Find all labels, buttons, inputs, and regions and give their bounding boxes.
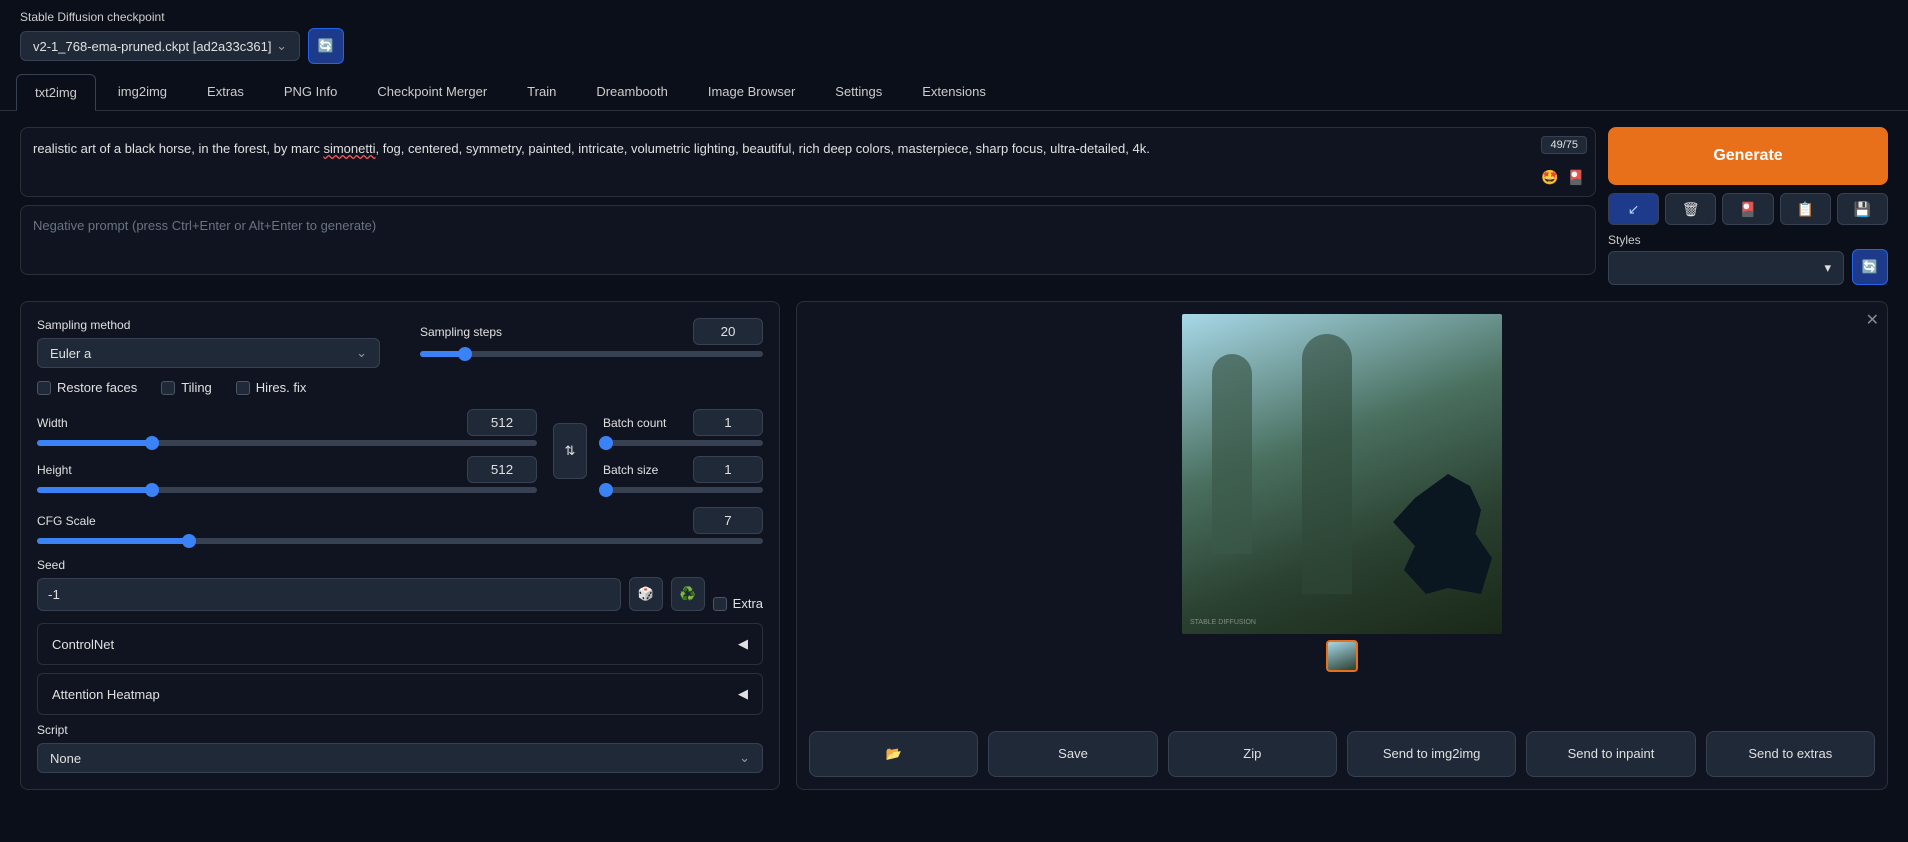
width-input[interactable] xyxy=(467,409,537,436)
cfg-input[interactable] xyxy=(693,507,763,534)
script-dropdown[interactable]: None ⌄ xyxy=(37,743,763,773)
batch-size-label: Batch size xyxy=(603,463,658,477)
style-icon: 🎴 xyxy=(1739,201,1756,218)
settings-panel: Sampling method Euler a ⌄ Sampling steps… xyxy=(20,301,780,790)
zip-button[interactable]: Zip xyxy=(1168,731,1337,777)
seed-input[interactable] xyxy=(37,578,621,611)
tab-extensions[interactable]: Extensions xyxy=(904,74,1004,110)
batch-count-label: Batch count xyxy=(603,416,666,430)
swap-icon: ⇅ xyxy=(565,443,576,459)
close-output-button[interactable]: ✕ xyxy=(1866,310,1879,330)
attention-label: Attention Heatmap xyxy=(52,687,160,702)
recycle-icon: ♻️ xyxy=(680,586,696,602)
sampling-method-value: Euler a xyxy=(50,346,91,361)
sampling-method-dropdown[interactable]: Euler a ⌄ xyxy=(37,338,380,368)
triangle-left-icon: ◀ xyxy=(738,636,748,652)
seed-label: Seed xyxy=(37,558,621,572)
height-input[interactable] xyxy=(467,456,537,483)
send-inpaint-button[interactable]: Send to inpaint xyxy=(1526,731,1695,777)
restore-faces-checkbox[interactable]: Restore faces xyxy=(37,380,137,395)
refresh-checkpoint-button[interactable]: 🔄 xyxy=(308,28,344,64)
lora-emoji-icon[interactable]: 🎴 xyxy=(1565,166,1587,188)
tab-pnginfo[interactable]: PNG Info xyxy=(266,74,355,110)
tab-settings[interactable]: Settings xyxy=(817,74,900,110)
checkpoint-dropdown[interactable]: v2-1_768-ema-pruned.ckpt [ad2a33c361] ⌄ xyxy=(20,31,300,61)
tab-img2img[interactable]: img2img xyxy=(100,74,185,110)
sampling-steps-input[interactable] xyxy=(693,318,763,345)
extra-checkbox[interactable]: Extra xyxy=(713,596,763,611)
refresh-styles-button[interactable]: 🔄 xyxy=(1852,249,1888,285)
paste-button[interactable]: 📋 xyxy=(1780,193,1831,225)
checkpoint-label: Stable Diffusion checkpoint xyxy=(20,10,344,24)
script-label: Script xyxy=(37,723,763,737)
sampling-steps-slider[interactable] xyxy=(420,351,763,357)
chevron-down-icon: ⌄ xyxy=(739,750,750,766)
tab-extras[interactable]: Extras xyxy=(189,74,262,110)
height-slider[interactable] xyxy=(37,487,537,493)
send-extras-button[interactable]: Send to extras xyxy=(1706,731,1875,777)
open-folder-button[interactable]: 📂 xyxy=(809,731,978,777)
chevron-down-icon: ▾ xyxy=(1824,260,1831,276)
batch-size-slider[interactable] xyxy=(603,487,763,493)
output-thumbnail[interactable] xyxy=(1326,640,1358,672)
style-emoji-icon[interactable]: 🤩 xyxy=(1539,166,1561,188)
main-tabs: txt2img img2img Extras PNG Info Checkpoi… xyxy=(0,74,1908,111)
dice-icon: 🎲 xyxy=(638,586,654,602)
styles-dropdown[interactable]: ▾ xyxy=(1608,251,1844,285)
arrow-icon: ↙ xyxy=(1628,201,1640,218)
chevron-down-icon: ⌄ xyxy=(276,38,287,54)
style-apply-button[interactable]: 🎴 xyxy=(1722,193,1773,225)
interrogate-button[interactable]: ↙ xyxy=(1608,193,1659,225)
random-seed-button[interactable]: 🎲 xyxy=(629,577,663,611)
save-button[interactable]: Save xyxy=(988,731,1157,777)
height-label: Height xyxy=(37,463,72,477)
reuse-seed-button[interactable]: ♻️ xyxy=(671,577,705,611)
save-style-button[interactable]: 💾 xyxy=(1837,193,1888,225)
checkpoint-value: v2-1_768-ema-pruned.ckpt [ad2a33c361] xyxy=(33,39,272,54)
refresh-icon: 🔄 xyxy=(1862,259,1878,275)
styles-label: Styles xyxy=(1608,233,1844,247)
batch-count-input[interactable] xyxy=(693,409,763,436)
tab-dreambooth[interactable]: Dreambooth xyxy=(578,74,686,110)
cfg-label: CFG Scale xyxy=(37,514,96,528)
prompt-text: realistic art of a black horse, in the f… xyxy=(33,141,1150,156)
send-img2img-button[interactable]: Send to img2img xyxy=(1347,731,1516,777)
controlnet-section[interactable]: ControlNet ◀ xyxy=(37,623,763,665)
tab-txt2img[interactable]: txt2img xyxy=(16,74,96,111)
refresh-icon: 🔄 xyxy=(318,38,334,54)
hires-fix-checkbox[interactable]: Hires. fix xyxy=(236,380,307,395)
save-icon: 💾 xyxy=(1854,201,1871,218)
cfg-slider[interactable] xyxy=(37,538,763,544)
triangle-left-icon: ◀ xyxy=(738,686,748,702)
negative-prompt-input[interactable]: Negative prompt (press Ctrl+Enter or Alt… xyxy=(20,205,1596,275)
width-slider[interactable] xyxy=(37,440,537,446)
sampling-method-label: Sampling method xyxy=(37,318,380,332)
generate-button[interactable]: Generate xyxy=(1608,127,1888,185)
tab-train[interactable]: Train xyxy=(509,74,574,110)
controlnet-label: ControlNet xyxy=(52,637,114,652)
batch-size-input[interactable] xyxy=(693,456,763,483)
output-panel: ✕ STABLE DIFFUSION 📂 Save Zip Send to im… xyxy=(796,301,1888,790)
tab-checkpoint-merger[interactable]: Checkpoint Merger xyxy=(359,74,505,110)
folder-icon: 📂 xyxy=(886,746,902,761)
swap-dimensions-button[interactable]: ⇅ xyxy=(553,423,587,479)
script-value: None xyxy=(50,751,81,766)
prompt-input[interactable]: 49/75 realistic art of a black horse, in… xyxy=(20,127,1596,197)
width-label: Width xyxy=(37,416,68,430)
image-watermark: STABLE DIFFUSION xyxy=(1190,619,1256,626)
tab-image-browser[interactable]: Image Browser xyxy=(690,74,813,110)
trash-icon: 🗑 xyxy=(1682,201,1700,218)
tiling-checkbox[interactable]: Tiling xyxy=(161,380,212,395)
batch-count-slider[interactable] xyxy=(603,440,763,446)
clipboard-icon: 📋 xyxy=(1796,201,1813,218)
clear-button[interactable]: 🗑 xyxy=(1665,193,1716,225)
token-counter: 49/75 xyxy=(1541,136,1587,154)
negative-prompt-placeholder: Negative prompt (press Ctrl+Enter or Alt… xyxy=(33,218,376,233)
attention-heatmap-section[interactable]: Attention Heatmap ◀ xyxy=(37,673,763,715)
sampling-steps-label: Sampling steps xyxy=(420,325,502,339)
chevron-down-icon: ⌄ xyxy=(356,345,367,361)
output-image[interactable]: STABLE DIFFUSION xyxy=(1182,314,1502,634)
